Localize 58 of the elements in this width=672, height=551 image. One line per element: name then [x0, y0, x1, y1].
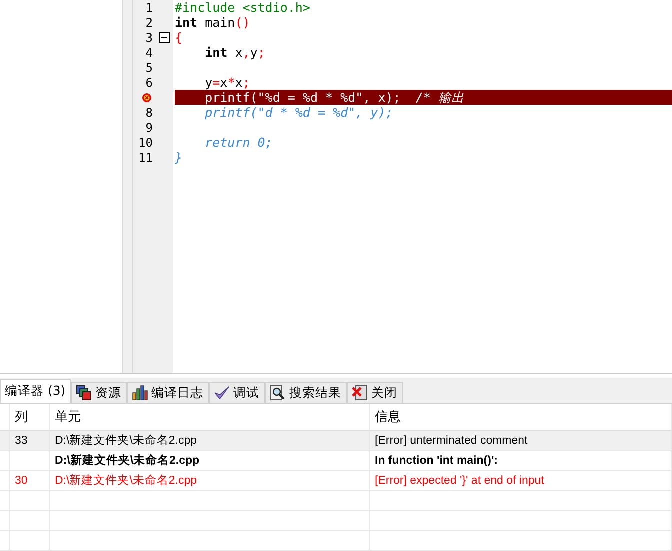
line-number: 1: [144, 0, 153, 14]
panel-tab[interactable]: 编译器 (3): [0, 379, 71, 403]
code-text: y: [204, 75, 213, 90]
file-path: D:\新建文件夹\未命名2.cpp: [55, 473, 198, 488]
search-icon: [270, 385, 286, 401]
code-text: printf("%d = %d * %d", x);: [204, 90, 402, 105]
code-text: int: [175, 15, 198, 30]
message-row[interactable]: D:\新建文件夹\未命名2.cpp In function 'int main()':: [0, 451, 672, 471]
file-path: D:\新建文件夹\未命名2.cpp: [55, 433, 198, 448]
code-text: #include <stdio.h>: [175, 0, 310, 15]
message-row[interactable]: 30 D:\新建文件夹\未命名2.cpp [Error] expected '}' at end of input: [0, 471, 672, 491]
check-icon: [214, 385, 230, 401]
line-number: 6: [144, 76, 153, 90]
code-text: ,: [242, 45, 250, 60]
code-editor[interactable]: #include <stdio.h> int main() { int x,y; y=x*x; printf("%d = %d * %d", x); /* 输出 printf("d * %d = %d", y); return 0; }: [173, 0, 672, 374]
column-header[interactable]: 单元: [50, 404, 370, 430]
code-text: x: [234, 45, 243, 60]
code-text: ;: [258, 45, 266, 60]
overlapping-squares-icon: [76, 385, 92, 401]
panel-tab[interactable]: 资源: [70, 382, 127, 403]
code-text: (): [235, 15, 250, 30]
message-text: [Error] expected '}' at end of input: [375, 474, 544, 486]
file-path: D:\新建文件夹\未命名2.cpp: [55, 453, 200, 468]
panel-tab[interactable]: 搜索结果: [264, 382, 347, 403]
fold-toggle-icon[interactable]: [159, 32, 170, 43]
column-header[interactable]: 列: [10, 404, 50, 430]
message-text: [Error] unterminated comment: [375, 434, 528, 446]
bar-chart-icon: [132, 385, 148, 401]
line-number: 2: [144, 16, 153, 30]
code-text: {: [175, 30, 183, 45]
code-text: /* 输出: [416, 90, 464, 105]
code-text: return 0;: [204, 135, 273, 150]
line-number: 11: [138, 150, 153, 164]
message-text: In function 'int main()':: [375, 454, 498, 466]
line-number: 5: [144, 60, 153, 74]
code-text: x: [235, 75, 243, 90]
code-text: printf("d * %d = %d", y);: [204, 105, 394, 120]
code-text: y: [250, 45, 258, 60]
panel-tab[interactable]: 编译日志: [126, 382, 209, 403]
line-number: 4: [144, 46, 153, 60]
code-text: ;: [242, 75, 250, 90]
code-text: }: [175, 150, 183, 165]
code-text: main: [204, 15, 236, 30]
line-number: 10: [138, 136, 153, 150]
message-row[interactable]: 33 D:\新建文件夹\未命名2.cpp [Error] unterminated comment: [0, 431, 672, 451]
column-number: 33: [15, 434, 28, 446]
code-text: int: [204, 45, 228, 60]
panel-tab[interactable]: 调试: [208, 382, 265, 403]
line-number: 3: [144, 30, 153, 44]
close-icon: [352, 385, 368, 401]
code-text: x: [220, 75, 228, 90]
line-number: 9: [144, 120, 153, 134]
code-text: *: [228, 75, 236, 90]
code-text: =: [212, 75, 220, 90]
line-number: 8: [144, 106, 153, 120]
column-number: 30: [15, 474, 28, 486]
panel-tab[interactable]: 关闭: [346, 382, 403, 403]
column-header[interactable]: 信息: [370, 404, 672, 430]
